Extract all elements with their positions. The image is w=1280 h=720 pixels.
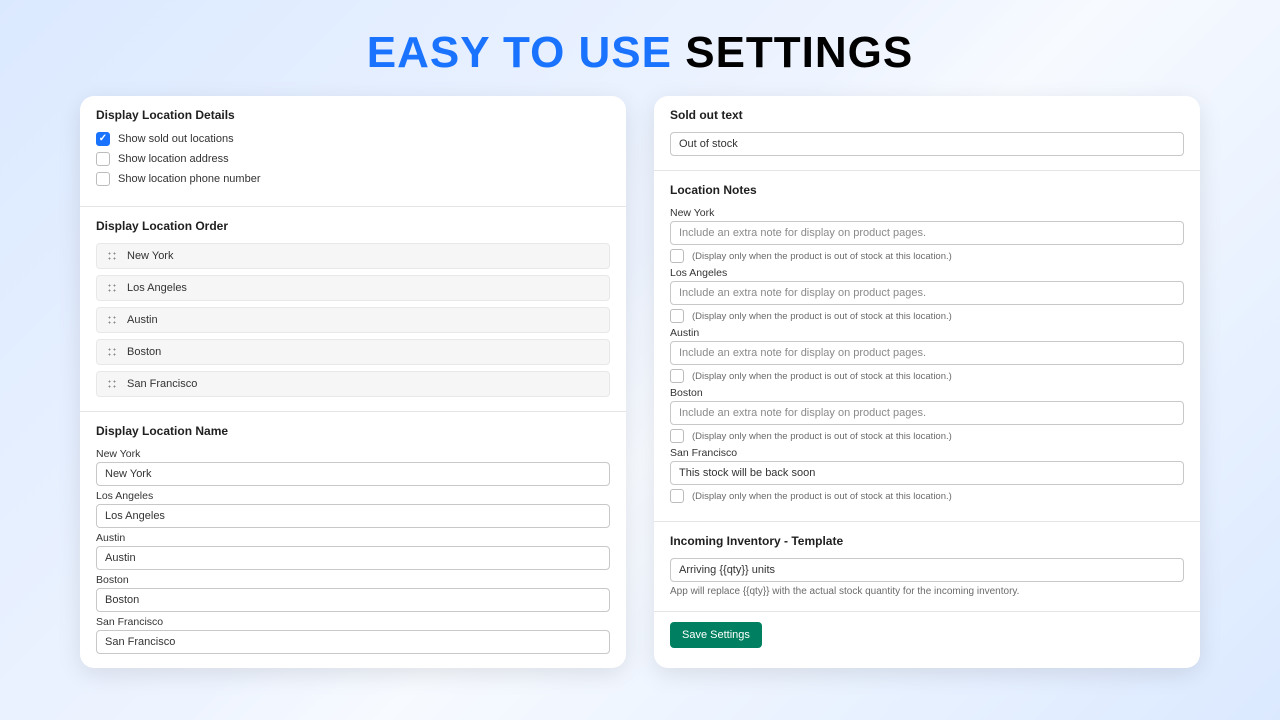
page-headline: EASY TO USE SETTINGS bbox=[0, 0, 1280, 96]
location-note-input[interactable] bbox=[670, 281, 1184, 305]
section-title: Sold out text bbox=[670, 108, 1184, 122]
location-note-input[interactable] bbox=[670, 401, 1184, 425]
note-sublabel: (Display only when the product is out of… bbox=[692, 251, 952, 262]
checkbox-label: Show location address bbox=[118, 153, 229, 165]
incoming-hint: App will replace {{qty}} with the actual… bbox=[670, 586, 1184, 597]
location-note-label: Boston bbox=[670, 387, 1184, 399]
section-title: Display Location Order bbox=[96, 219, 610, 233]
location-name-label: San Francisco bbox=[96, 616, 610, 628]
section-location-notes: Location Notes New York (Display only whe… bbox=[654, 170, 1200, 521]
location-note-input[interactable] bbox=[670, 221, 1184, 245]
section-display-location-order: Display Location Order New York Los Angel… bbox=[80, 206, 626, 411]
note-sublabel: (Display only when the product is out of… bbox=[692, 311, 952, 322]
location-order-item[interactable]: New York bbox=[96, 243, 610, 269]
drag-handle-icon[interactable] bbox=[107, 283, 117, 293]
section-title: Display Location Name bbox=[96, 424, 610, 438]
drag-handle-icon[interactable] bbox=[107, 315, 117, 325]
location-note-input[interactable] bbox=[670, 341, 1184, 365]
location-name-input[interactable] bbox=[96, 504, 610, 528]
location-note-label: Austin bbox=[670, 327, 1184, 339]
location-name-input[interactable] bbox=[96, 588, 610, 612]
checkbox-icon[interactable] bbox=[670, 429, 684, 443]
location-order-label: Los Angeles bbox=[127, 282, 187, 294]
note-sublabel: (Display only when the product is out of… bbox=[692, 371, 952, 382]
headline-part2: SETTINGS bbox=[685, 28, 913, 77]
location-order-item[interactable]: San Francisco bbox=[96, 371, 610, 397]
note-sublabel: (Display only when the product is out of… bbox=[692, 431, 952, 442]
location-name-input[interactable] bbox=[96, 546, 610, 570]
checkbox-label: Show location phone number bbox=[118, 173, 260, 185]
section-display-location-details: Display Location Details Show sold out l… bbox=[80, 96, 626, 206]
location-name-label: Los Angeles bbox=[96, 490, 610, 502]
location-name-label: New York bbox=[96, 448, 610, 460]
location-order-label: Austin bbox=[127, 314, 158, 326]
location-note-label: Los Angeles bbox=[670, 267, 1184, 279]
headline-part1: EASY TO USE bbox=[367, 28, 672, 77]
location-order-item[interactable]: Boston bbox=[96, 339, 610, 365]
section-title: Location Notes bbox=[670, 183, 1184, 197]
location-name-input[interactable] bbox=[96, 630, 610, 654]
section-title: Incoming Inventory - Template bbox=[670, 534, 1184, 548]
location-name-input[interactable] bbox=[96, 462, 610, 486]
checkbox-label: Show sold out locations bbox=[118, 133, 234, 145]
drag-handle-icon[interactable] bbox=[107, 347, 117, 357]
save-settings-button[interactable]: Save Settings bbox=[670, 622, 762, 648]
drag-handle-icon[interactable] bbox=[107, 379, 117, 389]
sold-out-text-input[interactable] bbox=[670, 132, 1184, 156]
location-order-label: San Francisco bbox=[127, 378, 197, 390]
note-sublabel: (Display only when the product is out of… bbox=[692, 491, 952, 502]
checkbox-row[interactable]: Show sold out locations bbox=[96, 132, 610, 146]
section-save: Save Settings bbox=[654, 611, 1200, 664]
checkbox-icon[interactable] bbox=[670, 489, 684, 503]
location-name-label: Boston bbox=[96, 574, 610, 586]
section-display-location-name: Display Location Name New York Los Angele… bbox=[80, 411, 626, 668]
checkbox-icon[interactable] bbox=[670, 309, 684, 323]
location-note-label: New York bbox=[670, 207, 1184, 219]
incoming-template-input[interactable] bbox=[670, 558, 1184, 582]
location-order-label: New York bbox=[127, 250, 173, 262]
checkbox-icon[interactable] bbox=[670, 369, 684, 383]
location-name-label: Austin bbox=[96, 532, 610, 544]
location-order-item[interactable]: Los Angeles bbox=[96, 275, 610, 301]
checkbox-row[interactable]: Show location phone number bbox=[96, 172, 610, 186]
checkbox-icon[interactable] bbox=[96, 132, 110, 146]
section-title: Display Location Details bbox=[96, 108, 610, 122]
section-sold-out-text: Sold out text bbox=[654, 96, 1200, 170]
section-incoming-inventory: Incoming Inventory - Template App will r… bbox=[654, 521, 1200, 611]
checkbox-icon[interactable] bbox=[96, 172, 110, 186]
location-note-input[interactable] bbox=[670, 461, 1184, 485]
settings-card-left: Display Location Details Show sold out l… bbox=[80, 96, 626, 668]
location-note-label: San Francisco bbox=[670, 447, 1184, 459]
checkbox-icon[interactable] bbox=[96, 152, 110, 166]
checkbox-row[interactable]: Show location address bbox=[96, 152, 610, 166]
checkbox-icon[interactable] bbox=[670, 249, 684, 263]
settings-card-right: Sold out text Location Notes New York (Di… bbox=[654, 96, 1200, 668]
drag-handle-icon[interactable] bbox=[107, 251, 117, 261]
location-order-label: Boston bbox=[127, 346, 161, 358]
location-order-item[interactable]: Austin bbox=[96, 307, 610, 333]
